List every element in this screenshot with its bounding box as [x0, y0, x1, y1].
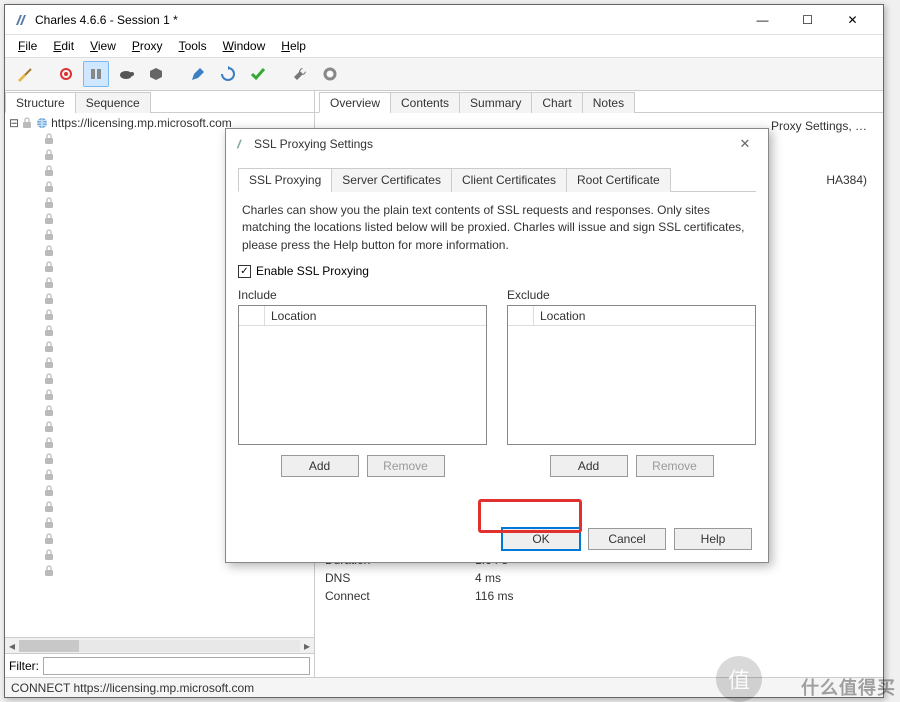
filter-input[interactable]	[43, 657, 310, 675]
right-tab-contents[interactable]: Contents	[390, 92, 460, 113]
cancel-button[interactable]: Cancel	[588, 528, 666, 550]
include-add-button[interactable]: Add	[281, 455, 359, 477]
overview-row: Connect116 ms	[325, 587, 873, 605]
status-text: CONNECT https://licensing.mp.microsoft.c…	[11, 681, 254, 695]
right-tab-overview[interactable]: Overview	[319, 92, 391, 113]
check-icon[interactable]	[245, 61, 271, 87]
minimize-button[interactable]: —	[740, 5, 785, 34]
enable-ssl-checkbox[interactable]: ✓ Enable SSL Proxying	[238, 264, 756, 278]
dialog-tabs: SSL ProxyingServer CertificatesClient Ce…	[238, 167, 756, 192]
dialog-description: Charles can show you the plain text cont…	[238, 192, 756, 262]
wrench-icon[interactable]	[287, 61, 313, 87]
menu-edit[interactable]: Edit	[46, 37, 81, 55]
menu-tools[interactable]: Tools	[172, 37, 214, 55]
watermark-badge: 值	[716, 656, 762, 702]
filter-label: Filter:	[9, 659, 39, 673]
exclude-list[interactable]: Location	[507, 305, 756, 445]
toolbar	[5, 57, 883, 91]
tab-sequence[interactable]: Sequence	[75, 92, 151, 113]
dialog-close-button[interactable]: ✕	[730, 136, 760, 152]
dialog-tab-root-certificate[interactable]: Root Certificate	[566, 168, 671, 192]
dialog-tab-client-certificates[interactable]: Client Certificates	[451, 168, 567, 192]
tree-scrollbar-h[interactable]: ◂ ▸	[5, 637, 314, 653]
checkbox-icon: ✓	[238, 265, 251, 278]
help-button[interactable]: Help	[674, 528, 752, 550]
pencil-icon[interactable]	[185, 61, 211, 87]
hexagon-icon[interactable]	[143, 61, 169, 87]
menu-view[interactable]: View	[83, 37, 123, 55]
right-tab-summary[interactable]: Summary	[459, 92, 532, 113]
exclude-add-button[interactable]: Add	[550, 455, 628, 477]
maximize-button[interactable]: ☐	[785, 5, 830, 34]
watermark-text: 什么值得买	[801, 674, 896, 700]
menubar: File Edit View Proxy Tools Window Help	[5, 35, 883, 57]
close-button[interactable]: ✕	[830, 5, 875, 34]
overview-row: DNS4 ms	[325, 569, 873, 587]
menu-proxy[interactable]: Proxy	[125, 37, 170, 55]
dialog-tab-ssl-proxying[interactable]: SSL Proxying	[238, 168, 332, 192]
ok-button[interactable]: OK	[502, 528, 580, 550]
gear-icon[interactable]	[317, 61, 343, 87]
dialog-title: SSL Proxying Settings	[254, 137, 730, 151]
right-tab-notes[interactable]: Notes	[582, 92, 635, 113]
include-list[interactable]: Location	[238, 305, 487, 445]
turtle-icon[interactable]	[113, 61, 139, 87]
tab-structure[interactable]: Structure	[5, 92, 76, 113]
broom-icon[interactable]	[11, 61, 37, 87]
include-remove-button[interactable]: Remove	[367, 455, 445, 477]
include-label: Include	[238, 288, 487, 302]
right-tabs: OverviewContentsSummaryChartNotes	[315, 91, 883, 113]
tree-item[interactable]	[7, 563, 312, 579]
menu-window[interactable]: Window	[216, 37, 273, 55]
titlebar: Charles 4.6.6 - Session 1 * — ☐ ✕	[5, 5, 883, 35]
dialog-titlebar: SSL Proxying Settings ✕	[226, 129, 768, 159]
record-icon[interactable]	[53, 61, 79, 87]
ssl-proxying-dialog: SSL Proxying Settings ✕ SSL ProxyingServ…	[225, 128, 769, 563]
filter-row: Filter:	[5, 653, 314, 677]
right-tab-chart[interactable]: Chart	[531, 92, 582, 113]
dialog-app-icon	[234, 137, 248, 151]
refresh-icon[interactable]	[215, 61, 241, 87]
exclude-label: Exclude	[507, 288, 756, 302]
window-title: Charles 4.6.6 - Session 1 *	[35, 13, 740, 27]
exclude-remove-button[interactable]: Remove	[636, 455, 714, 477]
throttle-icon[interactable]	[83, 61, 109, 87]
app-icon	[13, 12, 29, 28]
dialog-tab-server-certificates[interactable]: Server Certificates	[331, 168, 452, 192]
menu-file[interactable]: File	[11, 37, 44, 55]
menu-help[interactable]: Help	[274, 37, 313, 55]
